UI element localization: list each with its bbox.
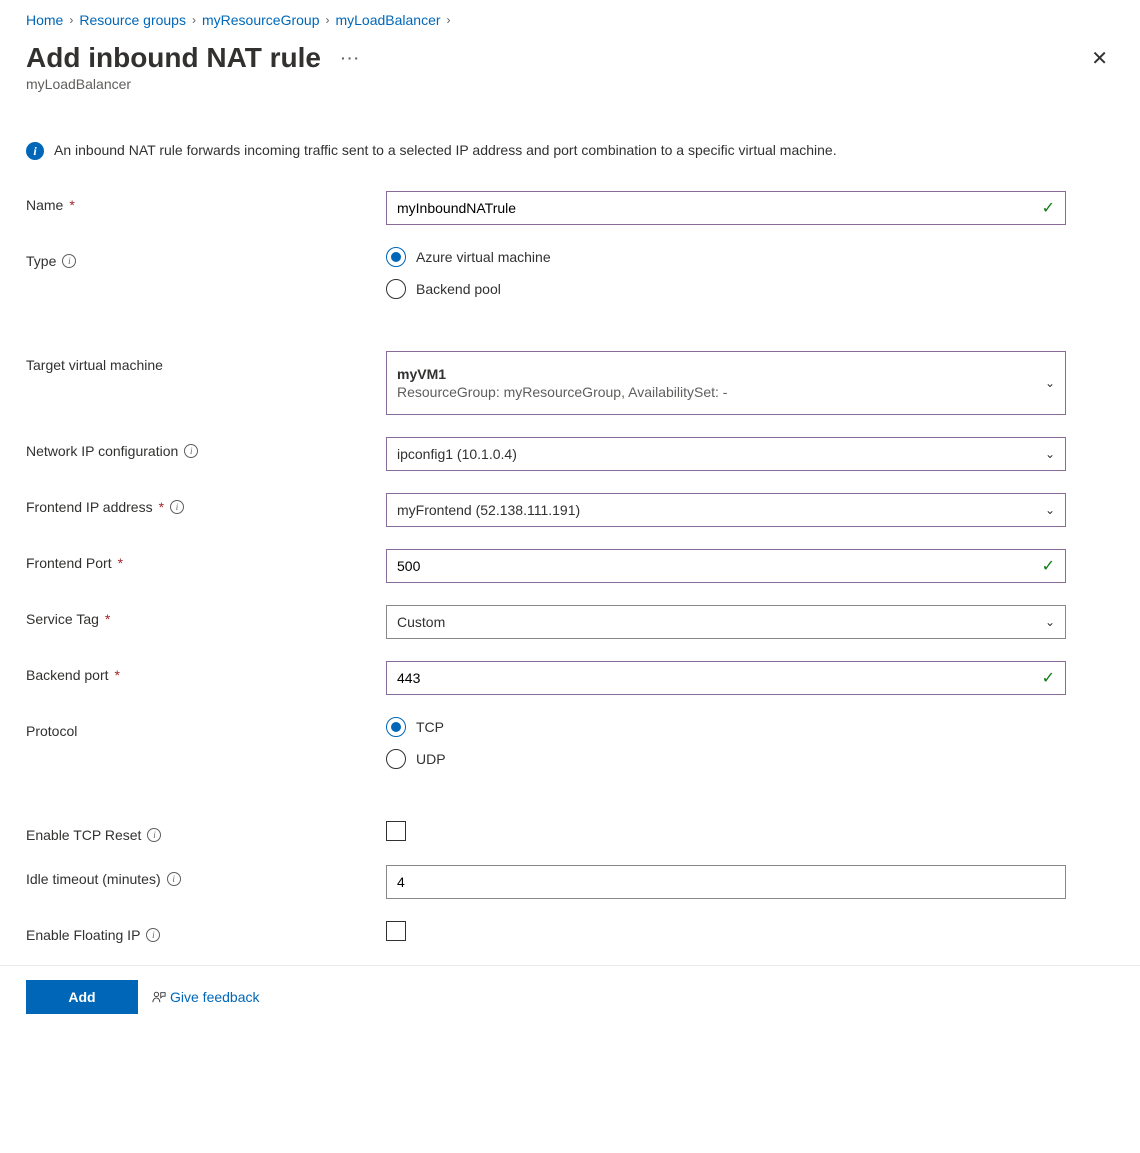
- type-label: Type i: [26, 247, 386, 269]
- breadcrumb-resource-group[interactable]: myResourceGroup: [202, 12, 320, 28]
- target-vm-select[interactable]: myVM1 ResourceGroup: myResourceGroup, Av…: [386, 351, 1066, 415]
- chevron-down-icon: ⌄: [1045, 447, 1055, 461]
- protocol-radio-tcp[interactable]: TCP: [386, 717, 1066, 737]
- breadcrumb-home[interactable]: Home: [26, 12, 63, 28]
- info-icon[interactable]: i: [184, 444, 198, 458]
- floating-ip-checkbox[interactable]: [386, 921, 406, 941]
- check-icon: ✓: [1042, 668, 1055, 688]
- backend-port-input-wrapper: ✓: [386, 661, 1066, 695]
- info-text: An inbound NAT rule forwards incoming tr…: [54, 140, 837, 161]
- check-icon: ✓: [1042, 198, 1055, 218]
- ipconfig-label: Network IP configuration i: [26, 437, 386, 459]
- backend-port-input[interactable]: [397, 670, 1042, 686]
- protocol-radio-group: TCP UDP: [386, 717, 1066, 769]
- type-radio-vm[interactable]: Azure virtual machine: [386, 247, 1066, 267]
- type-radio-pool-label: Backend pool: [416, 281, 501, 297]
- frontend-ip-select[interactable]: myFrontend (52.138.111.191) ⌄: [386, 493, 1066, 527]
- info-icon[interactable]: i: [167, 872, 181, 886]
- name-input-wrapper: ✓: [386, 191, 1066, 225]
- protocol-label: Protocol: [26, 717, 386, 739]
- page-title: Add inbound NAT rule: [26, 42, 321, 74]
- ipconfig-select[interactable]: ipconfig1 (10.1.0.4) ⌄: [386, 437, 1066, 471]
- info-icon[interactable]: i: [146, 928, 160, 942]
- page-subtitle: myLoadBalancer: [26, 76, 1114, 92]
- idle-timeout-input-wrapper: [386, 865, 1066, 899]
- frontend-ip-value: myFrontend (52.138.111.191): [397, 502, 580, 518]
- name-input[interactable]: [397, 200, 1042, 216]
- tcp-reset-label: Enable TCP Reset i: [26, 821, 386, 843]
- protocol-radio-udp[interactable]: UDP: [386, 749, 1066, 769]
- chevron-down-icon: ⌄: [1045, 376, 1055, 390]
- info-icon[interactable]: i: [147, 828, 161, 842]
- breadcrumb-load-balancer[interactable]: myLoadBalancer: [335, 12, 440, 28]
- protocol-udp-label: UDP: [416, 751, 446, 767]
- floating-ip-label: Enable Floating IP i: [26, 921, 386, 943]
- check-icon: ✓: [1042, 556, 1055, 576]
- frontend-ip-label: Frontend IP address* i: [26, 493, 386, 515]
- chevron-right-icon: ›: [325, 13, 329, 27]
- protocol-tcp-label: TCP: [416, 719, 444, 735]
- frontend-port-label: Frontend Port*: [26, 549, 386, 571]
- name-label: Name*: [26, 191, 386, 213]
- footer-bar: Add Give feedback: [0, 965, 1140, 1028]
- chevron-right-icon: ›: [192, 13, 196, 27]
- info-icon[interactable]: i: [62, 254, 76, 268]
- idle-timeout-label: Idle timeout (minutes) i: [26, 865, 386, 887]
- chevron-down-icon: ⌄: [1045, 615, 1055, 629]
- tcp-reset-checkbox[interactable]: [386, 821, 406, 841]
- person-feedback-icon: [152, 990, 166, 1004]
- info-banner: i An inbound NAT rule forwards incoming …: [26, 140, 1076, 161]
- chevron-right-icon: ›: [69, 13, 73, 27]
- service-tag-label: Service Tag*: [26, 605, 386, 627]
- service-tag-value: Custom: [397, 614, 445, 630]
- ipconfig-value: ipconfig1 (10.1.0.4): [397, 446, 517, 462]
- type-radio-pool[interactable]: Backend pool: [386, 279, 1066, 299]
- target-vm-sub: ResourceGroup: myResourceGroup, Availabi…: [397, 384, 1045, 400]
- idle-timeout-input[interactable]: [397, 874, 1055, 890]
- give-feedback-link[interactable]: Give feedback: [152, 989, 260, 1005]
- target-vm-label: Target virtual machine: [26, 351, 386, 373]
- breadcrumb: Home › Resource groups › myResourceGroup…: [26, 12, 1114, 28]
- backend-port-label: Backend port*: [26, 661, 386, 683]
- type-radio-vm-label: Azure virtual machine: [416, 249, 551, 265]
- give-feedback-label: Give feedback: [170, 989, 260, 1005]
- service-tag-select[interactable]: Custom ⌄: [386, 605, 1066, 639]
- breadcrumb-resource-groups[interactable]: Resource groups: [79, 12, 186, 28]
- chevron-right-icon: ›: [447, 13, 451, 27]
- frontend-port-input[interactable]: [397, 558, 1042, 574]
- target-vm-name: myVM1: [397, 366, 1045, 382]
- close-icon[interactable]: ✕: [1091, 46, 1108, 71]
- type-radio-group: Azure virtual machine Backend pool: [386, 247, 1066, 299]
- info-icon[interactable]: i: [170, 500, 184, 514]
- chevron-down-icon: ⌄: [1045, 503, 1055, 517]
- more-actions-button[interactable]: ···: [341, 50, 361, 66]
- frontend-port-input-wrapper: ✓: [386, 549, 1066, 583]
- add-button[interactable]: Add: [26, 980, 138, 1014]
- info-icon: i: [26, 142, 44, 160]
